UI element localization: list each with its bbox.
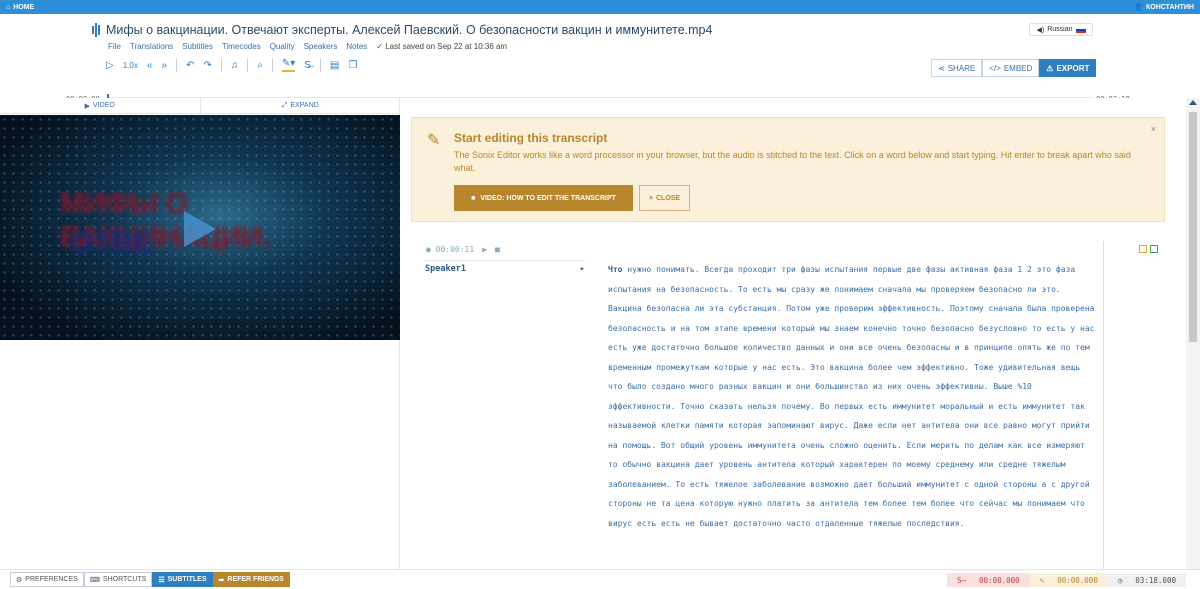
menu-speakers[interactable]: Speakers <box>304 42 338 51</box>
menu-subtitles[interactable]: Subtitles <box>182 42 213 51</box>
share-actions: ⋖ SHARE </> EMBED ⚠ EXPORT <box>931 59 1097 77</box>
vertical-scrollbar[interactable] <box>1186 98 1200 569</box>
playback-speed[interactable]: 1.0x <box>123 61 138 70</box>
time-counters: S̶ 00:00.000 ✎ 00:00.000 ◷ 03:18.000 <box>947 573 1186 587</box>
toolbar-divider <box>319 58 321 72</box>
expand-icon: ⤢ <box>281 101 288 109</box>
top-navigation-bar: ⌂ HOME 👤 КОНСТАНТИН <box>0 0 1200 14</box>
onboarding-banner: ✎ Start editing this transcript The Soni… <box>411 117 1165 222</box>
note-icon[interactable] <box>1139 245 1147 253</box>
timestamp[interactable]: ● 00:00:11 <box>426 245 474 254</box>
fast-forward-icon[interactable]: » <box>161 60 167 71</box>
transcript-panel: ✎ Start editing this transcript The Soni… <box>400 98 1186 569</box>
notes-icon[interactable]: ▤ <box>330 60 339 71</box>
toolbar-divider <box>220 58 222 72</box>
gear-icon: ⚙ <box>16 576 23 584</box>
redo-icon[interactable]: ↷ <box>203 60 211 71</box>
bottom-toolbar: ⚙ PREFERENCES ⌨ SHORTCUTS ☰ SUBTITLES ➦ REFE… <box>0 569 1200 589</box>
clock-icon: ● <box>426 245 431 254</box>
banner-title: Start editing this transcript <box>454 131 608 145</box>
scrollbar-thumb[interactable] <box>1189 112 1197 342</box>
user-icon: 👤 <box>1134 4 1144 11</box>
code-icon: </> <box>989 63 1001 73</box>
note-icons <box>1139 245 1158 253</box>
strikethrough-icon: S̶ <box>957 575 967 585</box>
save-status: ✓ Last saved on Sep 22 at 10:36 am <box>376 42 508 51</box>
tab-video[interactable]: ▶ VIDEO <box>0 98 200 113</box>
banner-text: The Sonix Editor works like a word proce… <box>454 150 1131 173</box>
close-icon: × <box>648 194 653 202</box>
video-icon: ■ <box>471 194 476 202</box>
media-panel: ▶ VIDEO ⤢ EXPAND МИФЫ О ВАКЦИНАЦИИ. ОТВЕ <box>0 98 400 569</box>
total-duration: ◷ 03:18.000 <box>1107 573 1186 587</box>
editor-header: Мифы о вакцинации. Отвечают эксперты. Ал… <box>0 14 1200 106</box>
share-icon: ⋖ <box>938 63 945 73</box>
refer-friends-button[interactable]: ➦ REFER FRIENDS <box>212 572 290 587</box>
video-frame-text: ОТВЕ <box>70 227 154 260</box>
toolbar-divider <box>271 58 273 72</box>
page-title[interactable]: Мифы о вакцинации. Отвечают эксперты. Ал… <box>106 23 712 37</box>
stop-icon[interactable]: ■ <box>495 245 500 254</box>
how-to-video-button[interactable]: ■ VIDEO: HOW TO EDIT THE TRANSCRIPT <box>454 185 633 211</box>
title-row: Мифы о вакцинации. Отвечают эксперты. Ал… <box>92 22 712 38</box>
keyboard-icon: ⌨ <box>89 576 100 584</box>
checkbox-icon[interactable] <box>1150 245 1158 253</box>
copy-icon[interactable]: ❐ <box>348 60 357 71</box>
transcript-first-word[interactable]: Что <box>608 265 622 274</box>
play-icon[interactable] <box>184 211 216 247</box>
transcript-text[interactable]: Что нужно понимать. Всегда проходит три … <box>608 260 1096 533</box>
strikethrough-time: S̶ 00:00.000 <box>947 573 1030 587</box>
check-icon: ✓ <box>376 42 383 51</box>
export-button[interactable]: ⚠ EXPORT <box>1039 59 1097 77</box>
search-icon[interactable]: ⌕ <box>257 60 263 71</box>
menu-quality[interactable]: Quality <box>270 42 295 51</box>
scroll-up-icon[interactable] <box>1189 100 1197 105</box>
tab-expand[interactable]: ⤢ EXPAND <box>199 98 401 113</box>
russian-flag-icon <box>1075 26 1086 33</box>
home-link[interactable]: ⌂ HOME <box>6 4 34 11</box>
user-menu[interactable]: 👤 КОНСТАНТИН <box>1134 3 1194 12</box>
margin-divider <box>1103 241 1104 569</box>
subtitles-button[interactable]: ☰ SUBTITLES <box>152 572 213 587</box>
paragraph-controls: ● 00:00:11 ▶ ■ <box>426 245 500 254</box>
home-icon: ⌂ <box>6 3 11 11</box>
media-tabs: ▶ VIDEO ⤢ EXPAND <box>0 98 400 114</box>
undo-icon[interactable]: ↶ <box>186 60 194 71</box>
language-selector[interactable]: ◀) Russian <box>1029 23 1093 36</box>
menu-translations[interactable]: Translations <box>130 42 173 51</box>
play-icon[interactable]: ▷ <box>106 60 114 71</box>
speaker-icon: ◀) <box>1036 26 1045 34</box>
pencil-icon: ✎ <box>427 132 441 149</box>
menu-file[interactable]: File <box>108 42 121 51</box>
share-button[interactable]: ⋖ SHARE <box>931 59 983 77</box>
list-icon: ☰ <box>158 576 165 584</box>
waveform-icon <box>92 22 100 38</box>
strikethrough-icon[interactable]: S̶ <box>304 60 311 71</box>
bottom-actions: ⚙ PREFERENCES ⌨ SHORTCUTS ☰ SUBTITLES ➦ REFE… <box>10 572 290 587</box>
highlight-icon[interactable]: ✎▾ <box>281 58 296 72</box>
speaker-label[interactable]: Speaker1 ▸ <box>425 260 585 274</box>
toolbar-divider <box>247 58 249 72</box>
export-icon: ⚠ <box>1046 63 1054 73</box>
menu-timecodes[interactable]: Timecodes <box>222 42 261 51</box>
close-banner-button[interactable]: × CLOSE <box>639 185 690 211</box>
highlight-icon: ✎ <box>1039 575 1045 585</box>
caret-right-icon[interactable]: ▸ <box>580 264 585 274</box>
menu-notes[interactable]: Notes <box>346 42 367 51</box>
editor-toolbar: ▷ 1.0x « » ↶ ↷ ♫ ⌕ ✎▾ S̶ ▤ ❐ <box>106 58 357 72</box>
share-icon: ➦ <box>218 576 225 584</box>
video-icon: ▶ <box>84 102 91 110</box>
embed-button[interactable]: </> EMBED <box>982 59 1040 77</box>
play-icon[interactable]: ▶ <box>482 245 487 254</box>
microphone-icon[interactable]: ♫ <box>231 60 239 71</box>
video-player[interactable]: МИФЫ О ВАКЦИНАЦИИ. ОТВЕ <box>0 115 400 340</box>
highlight-time: ✎ 00:00.000 <box>1029 573 1108 587</box>
menu-bar: File Translations Subtitles Timecodes Qu… <box>108 42 507 51</box>
shortcuts-button[interactable]: ⌨ SHORTCUTS <box>83 572 153 587</box>
toolbar-divider <box>175 58 177 72</box>
rewind-icon[interactable]: « <box>147 60 153 71</box>
close-icon[interactable]: × <box>1151 124 1156 134</box>
preferences-button[interactable]: ⚙ PREFERENCES <box>10 572 84 587</box>
clock-icon: ◷ <box>1117 575 1123 585</box>
